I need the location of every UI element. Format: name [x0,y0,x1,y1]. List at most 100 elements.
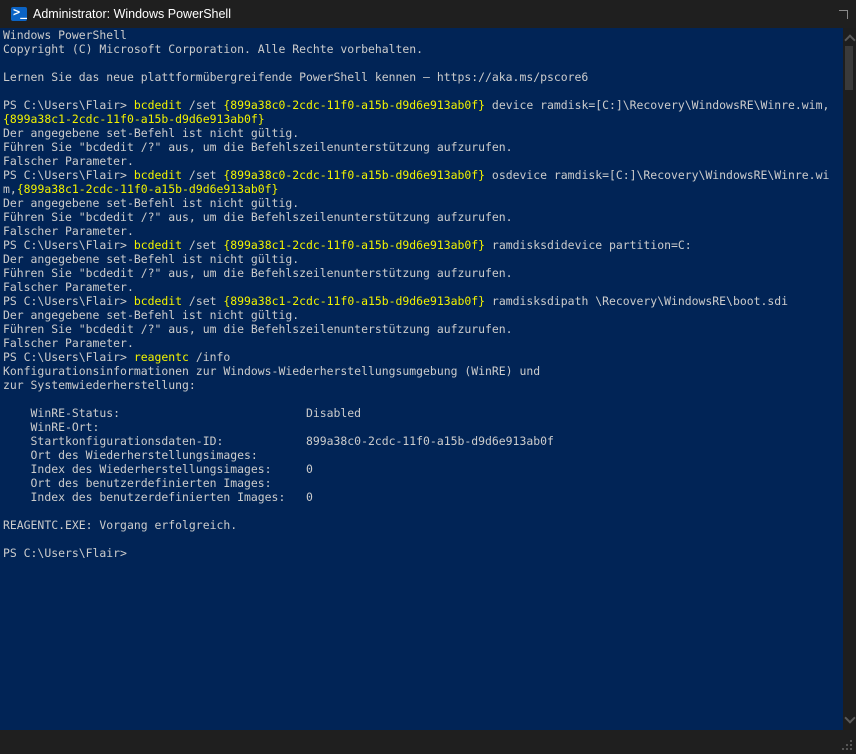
console-line: Der angegebene set-Befehl ist nicht gült… [3,308,843,322]
console-line: Der angegebene set-Befehl ist nicht gült… [3,252,843,266]
console-text-segment: PS C:\Users\Flair> [3,168,134,182]
console-text-segment: Führen Sie "bcdedit /?" aus, um die Befe… [3,322,513,336]
console-line: PS C:\Users\Flair> bcdedit /set {899a38c… [3,168,843,182]
console-text-segment: osdevice ramdisk=[C:]\Recovery\WindowsRE… [485,168,830,182]
console-text-segment: ramdisksdipath \Recovery\WindowsRE\boot.… [485,294,789,308]
console-text-segment: WinRE-Status: Disabled [3,406,362,420]
console-text-segment: zur Systemwiederherstellung: [3,378,196,392]
console-text-segment: Index des benutzerdefinierten Images: 0 [3,490,313,504]
status-strip [0,730,856,754]
console-line: PS C:\Users\Flair> bcdedit /set {899a38c… [3,238,843,252]
console-text-segment: Falscher Parameter. [3,154,134,168]
console-line: Lernen Sie das neue plattformübergreifen… [3,70,843,84]
console-line: Führen Sie "bcdedit /?" aus, um die Befe… [3,210,843,224]
console-line: REAGENTC.EXE: Vorgang erfolgreich. [3,518,843,532]
console-line: PS C:\Users\Flair> [3,546,843,560]
resize-grip-icon[interactable] [842,740,852,750]
console-line: Copyright (C) Microsoft Corporation. All… [3,42,843,56]
console-line: Index des Wiederherstellungsimages: 0 [3,462,843,476]
console-text-segment: Ort des benutzerdefinierten Images: [3,476,272,490]
console-text-segment: /set [182,168,224,182]
console-line: Ort des Wiederherstellungsimages: [3,448,843,462]
console-highlight: {899a38c0-2cdc-11f0-a15b-d9d6e913ab0f} [223,98,486,112]
console-line: Startkonfigurationsdaten-ID: 899a38c0-2c… [3,434,843,448]
console-highlight: bcdedit [133,294,183,308]
powershell-window: >_ Administrator: Windows PowerShell Win… [0,0,856,754]
console-text-segment: Copyright (C) Microsoft Corporation. All… [3,42,424,56]
console-line: Der angegebene set-Befehl ist nicht gült… [3,126,843,140]
console-text-segment: PS C:\Users\Flair> [3,294,134,308]
console-line: Führen Sie "bcdedit /?" aus, um die Befe… [3,140,843,154]
console-line: PS C:\Users\Flair> reagentc /info [3,350,843,364]
console-text-segment: REAGENTC.EXE: Vorgang erfolgreich. [3,518,238,532]
console-line: Ort des benutzerdefinierten Images: [3,476,843,490]
console-line: Index des benutzerdefinierten Images: 0 [3,490,843,504]
console-highlight: bcdedit [133,168,183,182]
scroll-up-icon[interactable] [844,34,856,46]
title-bar[interactable]: >_ Administrator: Windows PowerShell [0,0,856,28]
console-text-segment: Falscher Parameter. [3,280,134,294]
console-line: zur Systemwiederherstellung: [3,378,843,392]
console-highlight: bcdedit [133,98,183,112]
console-line: Falscher Parameter. [3,336,843,350]
console-text-segment: PS C:\Users\Flair> [3,238,134,252]
console-text-segment: /set [182,294,224,308]
console-line: PS C:\Users\Flair> bcdedit /set {899a38c… [3,98,843,112]
console-text-segment: Falscher Parameter. [3,224,134,238]
window-corner-icon [839,10,848,19]
console-text-segment: Index des Wiederherstellungsimages: 0 [3,462,313,476]
console-text-segment: PS C:\Users\Flair> [3,546,127,560]
console-text-segment: Konfigurationsinformationen zur Windows-… [3,364,541,378]
console-line: Konfigurationsinformationen zur Windows-… [3,364,843,378]
console-text-segment: ramdisksdidevice partition=C: [485,238,692,252]
console-highlight: reagentc [133,350,189,364]
console-highlight: bcdedit [133,238,183,252]
powershell-icon[interactable]: >_ [11,7,27,21]
console-text-segment: Startkonfigurationsdaten-ID: 899a38c0-2c… [3,434,554,448]
console-output[interactable]: Windows PowerShell Copyright (C) Microsof… [0,28,843,730]
console-line: Windows PowerShell [3,28,843,42]
console-line: WinRE-Ort: [3,420,843,434]
scroll-down-icon[interactable] [844,712,856,724]
console-text-segment: /set [182,98,224,112]
console-text-segment: Führen Sie "bcdedit /?" aus, um die Befe… [3,266,513,280]
console-text-segment: Windows PowerShell [3,28,127,42]
console-text-segment: m, [3,182,17,196]
console-text-segment: Der angegebene set-Befehl ist nicht gült… [3,308,300,322]
console-line: Falscher Parameter. [3,224,843,238]
window-title: Administrator: Windows PowerShell [33,7,231,21]
console-text-segment: PS C:\Users\Flair> [3,350,134,364]
console-text-segment: PS C:\Users\Flair> [3,98,134,112]
console-highlight: {899a38c1-2cdc-11f0-a15b-d9d6e913ab0f} [223,238,486,252]
console-text-segment: /set [182,238,224,252]
console-highlight: {899a38c0-2cdc-11f0-a15b-d9d6e913ab0f} [223,168,486,182]
console-highlight: {899a38c1-2cdc-11f0-a15b-d9d6e913ab0f} [16,182,279,196]
console-text-segment: /info [188,350,231,364]
console-text-segment: Falscher Parameter. [3,336,134,350]
console-highlight: {899a38c1-2cdc-11f0-a15b-d9d6e913ab0f} [223,294,486,308]
console-text-segment: device ramdisk=[C:]\Recovery\WindowsRE\W… [485,98,830,112]
console-text-segment: Führen Sie "bcdedit /?" aus, um die Befe… [3,140,513,154]
console-text-segment: Der angegebene set-Befehl ist nicht gült… [3,252,300,266]
scrollbar-thumb[interactable] [845,46,853,90]
console-text-segment: Der angegebene set-Befehl ist nicht gült… [3,196,300,210]
console-line: {899a38c1-2cdc-11f0-a15b-d9d6e913ab0f} [3,112,843,126]
console-line: Falscher Parameter. [3,154,843,168]
console-text-segment: Ort des Wiederherstellungsimages: [3,448,258,462]
console-highlight: {899a38c1-2cdc-11f0-a15b-d9d6e913ab0f} [3,112,265,126]
console-line: Führen Sie "bcdedit /?" aus, um die Befe… [3,322,843,336]
vertical-scrollbar[interactable] [843,28,856,730]
console-text-segment: Führen Sie "bcdedit /?" aus, um die Befe… [3,210,513,224]
console-line: PS C:\Users\Flair> bcdedit /set {899a38c… [3,294,843,308]
console-line: Der angegebene set-Befehl ist nicht gült… [3,196,843,210]
console-line: m,{899a38c1-2cdc-11f0-a15b-d9d6e913ab0f} [3,182,843,196]
console-text: Windows PowerShell Copyright (C) Microsof… [0,28,843,560]
console-line: Führen Sie "bcdedit /?" aus, um die Befe… [3,266,843,280]
console-line: WinRE-Status: Disabled [3,406,843,420]
console-text-segment: Der angegebene set-Befehl ist nicht gült… [3,126,300,140]
